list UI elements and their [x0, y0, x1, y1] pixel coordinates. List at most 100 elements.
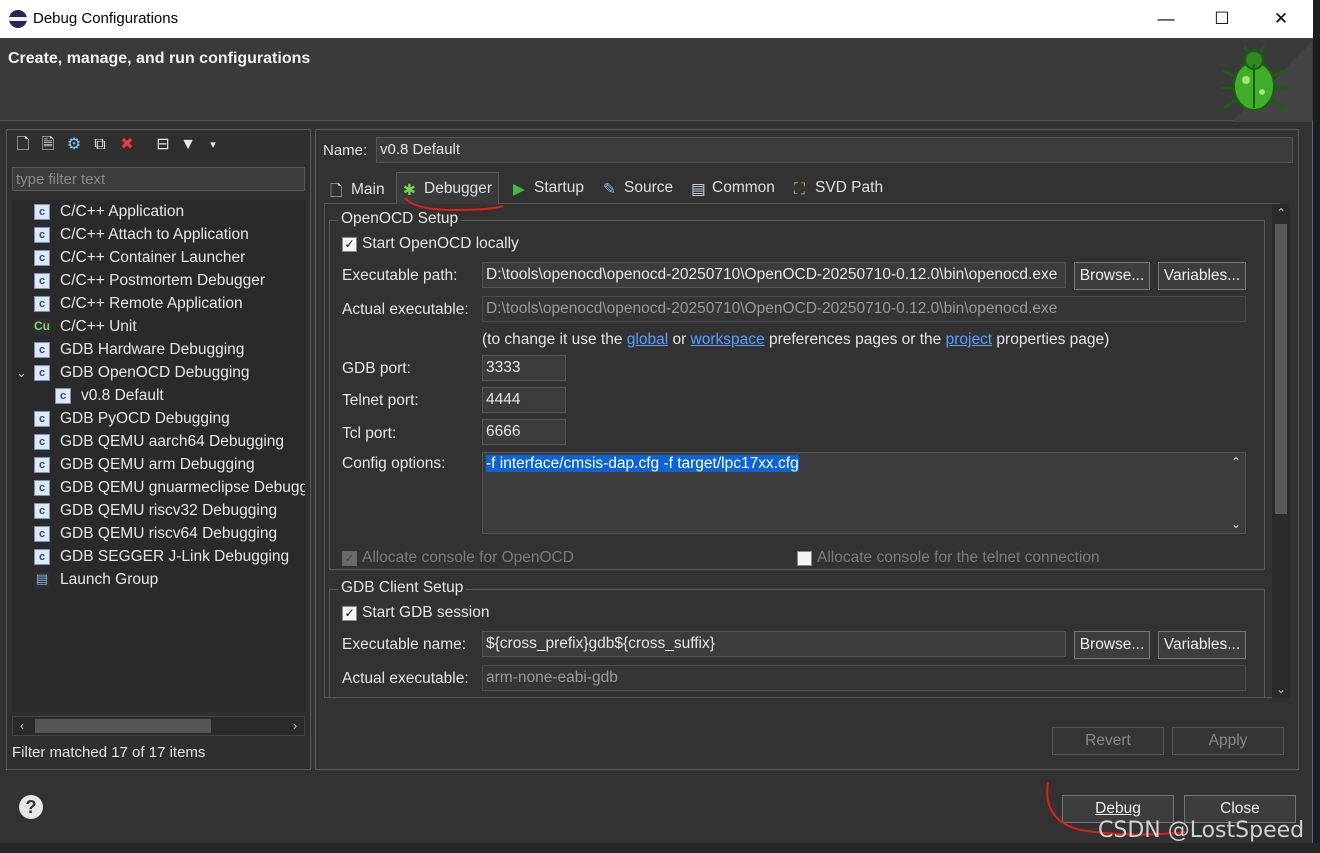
name-input[interactable]: v0.8 Default [376, 137, 1293, 163]
openocd-setup-group: OpenOCD Setup ✓ Start OpenOCD locally Ex… [329, 210, 1265, 570]
configuration-editor-panel: Name: v0.8 Default 🗋 Main ✱ Debugger ▶ Star… [315, 129, 1299, 770]
gdb-exe-label: Executable name: [342, 636, 467, 653]
close-window-button[interactable]: ✕ [1261, 4, 1301, 34]
configuration-list-panel: 🗋 🗎 ⚙ ⧉ ✖ ⊟ ▼ ▾ type filter text c C/C++ … [6, 129, 311, 770]
name-label: Name: [323, 142, 368, 159]
gdb-exe-input[interactable]: ${cross_prefix}gdb${cross_suffix} [482, 631, 1066, 657]
bottom-strip [0, 843, 1320, 853]
tree-item[interactable]: c GDB SEGGER J-Link Debugging [34, 545, 289, 568]
revert-button[interactable]: Revert [1052, 727, 1164, 755]
change-hint: (to change it use the global or workspac… [482, 331, 1110, 348]
gdb-client-setup-group: GDB Client Setup ✓ Start GDB session Exe… [329, 579, 1265, 697]
scroll-left-icon[interactable]: ‹ [13, 717, 31, 735]
new-prototype-icon[interactable]: 🗎 [38, 134, 58, 156]
c-config-icon: c [34, 503, 50, 519]
gdb-browse-button[interactable]: Browse... [1074, 631, 1150, 659]
common-icon: ▤ [691, 181, 706, 198]
c-config-icon: c [34, 434, 50, 450]
alloc-openocd-label: Allocate console for OpenOCD [362, 549, 574, 566]
debug-configurations-window: Debug Configurations — ☐ ✕ Create, manag… [0, 0, 1313, 853]
tree-item[interactable]: c C/C++ Attach to Application [34, 223, 249, 246]
tree-item[interactable]: c C/C++ Postmortem Debugger [34, 269, 265, 292]
chevron-down-icon[interactable]: ⌄ [16, 361, 27, 384]
alloc-openocd-checkbox[interactable]: ✓ [342, 551, 357, 566]
workspace-link[interactable]: workspace [691, 331, 765, 348]
c-config-icon: c [55, 388, 71, 404]
tree-item[interactable]: c C/C++ Remote Application [34, 292, 243, 315]
actual-exe-label: Actual executable: [342, 301, 469, 318]
configuration-tree: c C/C++ Application c C/C++ Attach to Appl… [12, 200, 305, 712]
tree-item[interactable]: c GDB Hardware Debugging [34, 338, 244, 361]
scroll-up-icon[interactable]: ⌃ [1272, 204, 1290, 222]
tree-item[interactable]: c GDB QEMU aarch64 Debugging [34, 430, 284, 453]
tree-item-selected[interactable]: c v0.8 Default [55, 384, 164, 407]
tree-item[interactable]: c GDB PyOCD Debugging [34, 407, 230, 430]
c-config-icon: c [34, 526, 50, 542]
scroll-down-icon[interactable]: ⌄ [1272, 680, 1290, 698]
tree-item[interactable]: c C/C++ Container Launcher [34, 246, 245, 269]
exe-path-input[interactable]: D:\tools\openocd\openocd-20250710\OpenOC… [482, 262, 1066, 288]
tab-common[interactable]: ▤ Common [685, 172, 781, 204]
tab-source[interactable]: ✎ Source [597, 172, 679, 204]
tab-startup[interactable]: ▶ Startup [507, 172, 590, 204]
tree-item[interactable]: Cu C/C++ Unit [34, 315, 137, 338]
tab-main[interactable]: 🗋 Main [324, 172, 391, 204]
window-title: Debug Configurations [33, 10, 179, 27]
content-vertical-scrollbar[interactable]: ⌃ ⌄ [1272, 204, 1290, 698]
start-gdb-checkbox[interactable]: ✓ [342, 606, 357, 621]
scroll-thumb[interactable] [1275, 224, 1287, 514]
tab-debugger[interactable]: ✱ Debugger [396, 172, 500, 204]
tree-item-expanded[interactable]: ⌄ c GDB OpenOCD Debugging [16, 361, 250, 384]
start-openocd-label: Start OpenOCD locally [362, 235, 519, 252]
tree-item[interactable]: ▤ Launch Group [34, 568, 158, 591]
tree-item[interactable]: c GDB QEMU riscv64 Debugging [34, 522, 277, 545]
gdb-variables-button[interactable]: Variables... [1158, 631, 1246, 659]
tree-item[interactable]: c GDB QEMU arm Debugging [34, 453, 255, 476]
config-options-textarea[interactable]: -f interface/cmsis-dap.cfg -f target/lpc… [482, 452, 1246, 534]
tree-horizontal-scrollbar[interactable]: ‹ › [12, 716, 305, 736]
new-config-icon[interactable]: 🗋 [13, 134, 33, 156]
project-link[interactable]: project [946, 331, 993, 348]
help-icon[interactable]: ? [19, 795, 43, 819]
start-gdb-label: Start GDB session [362, 604, 490, 621]
scroll-right-icon[interactable]: › [286, 717, 304, 735]
gdb-port-input[interactable]: 3333 [482, 355, 566, 381]
duplicate-icon[interactable]: ⧉ [90, 134, 110, 156]
maximize-button[interactable]: ☐ [1202, 4, 1242, 34]
scroll-thumb[interactable] [35, 719, 211, 733]
telnet-port-input[interactable]: 4444 [482, 387, 566, 413]
textarea-scroll-down-icon[interactable]: ⌄ [1231, 517, 1241, 531]
c-config-icon: c [34, 411, 50, 427]
left-toolbar: 🗋 🗎 ⚙ ⧉ ✖ ⊟ ▼ ▾ [11, 134, 307, 158]
gdb-actual-exe-field: arm-none-eabi-gdb [482, 665, 1246, 691]
delete-icon[interactable]: ✖ [117, 134, 137, 156]
c-config-icon: c [34, 365, 50, 381]
c-config-icon: c [34, 204, 50, 220]
export-icon[interactable]: ⚙ [64, 134, 84, 156]
filter-menu-chevron-down-icon[interactable]: ▾ [203, 134, 223, 156]
alloc-telnet-checkbox[interactable] [797, 551, 812, 566]
cunit-icon: Cu [34, 319, 50, 335]
c-config-icon: c [34, 457, 50, 473]
variables-button[interactable]: Variables... [1158, 262, 1246, 290]
tcl-port-label: Tcl port: [342, 425, 397, 442]
gdb-actual-exe-label: Actual executable: [342, 670, 469, 687]
textarea-scroll-up-icon[interactable]: ⌃ [1231, 455, 1241, 469]
tcl-port-input[interactable]: 6666 [482, 419, 566, 445]
apply-button[interactable]: Apply [1172, 727, 1284, 755]
filter-input[interactable]: type filter text [12, 167, 305, 191]
filter-icon[interactable]: ▼ [178, 134, 198, 156]
tree-item[interactable]: c GDB QEMU riscv32 Debugging [34, 499, 277, 522]
tab-svd-path[interactable]: ⛶ SVD Path [788, 172, 889, 204]
collapse-all-icon[interactable]: ⊟ [153, 134, 173, 156]
start-openocd-checkbox[interactable]: ✓ [342, 237, 357, 252]
browse-button[interactable]: Browse... [1074, 262, 1150, 290]
tree-item[interactable]: c GDB QEMU gnuarmeclipse Debugging [34, 476, 305, 499]
global-link[interactable]: global [627, 331, 668, 348]
tree-item[interactable]: c C/C++ Application [34, 200, 184, 223]
config-options-label: Config options: [342, 455, 446, 472]
c-config-icon: c [34, 549, 50, 565]
c-config-icon: c [34, 296, 50, 312]
source-icon: ✎ [603, 181, 616, 198]
minimize-button[interactable]: — [1146, 4, 1186, 34]
